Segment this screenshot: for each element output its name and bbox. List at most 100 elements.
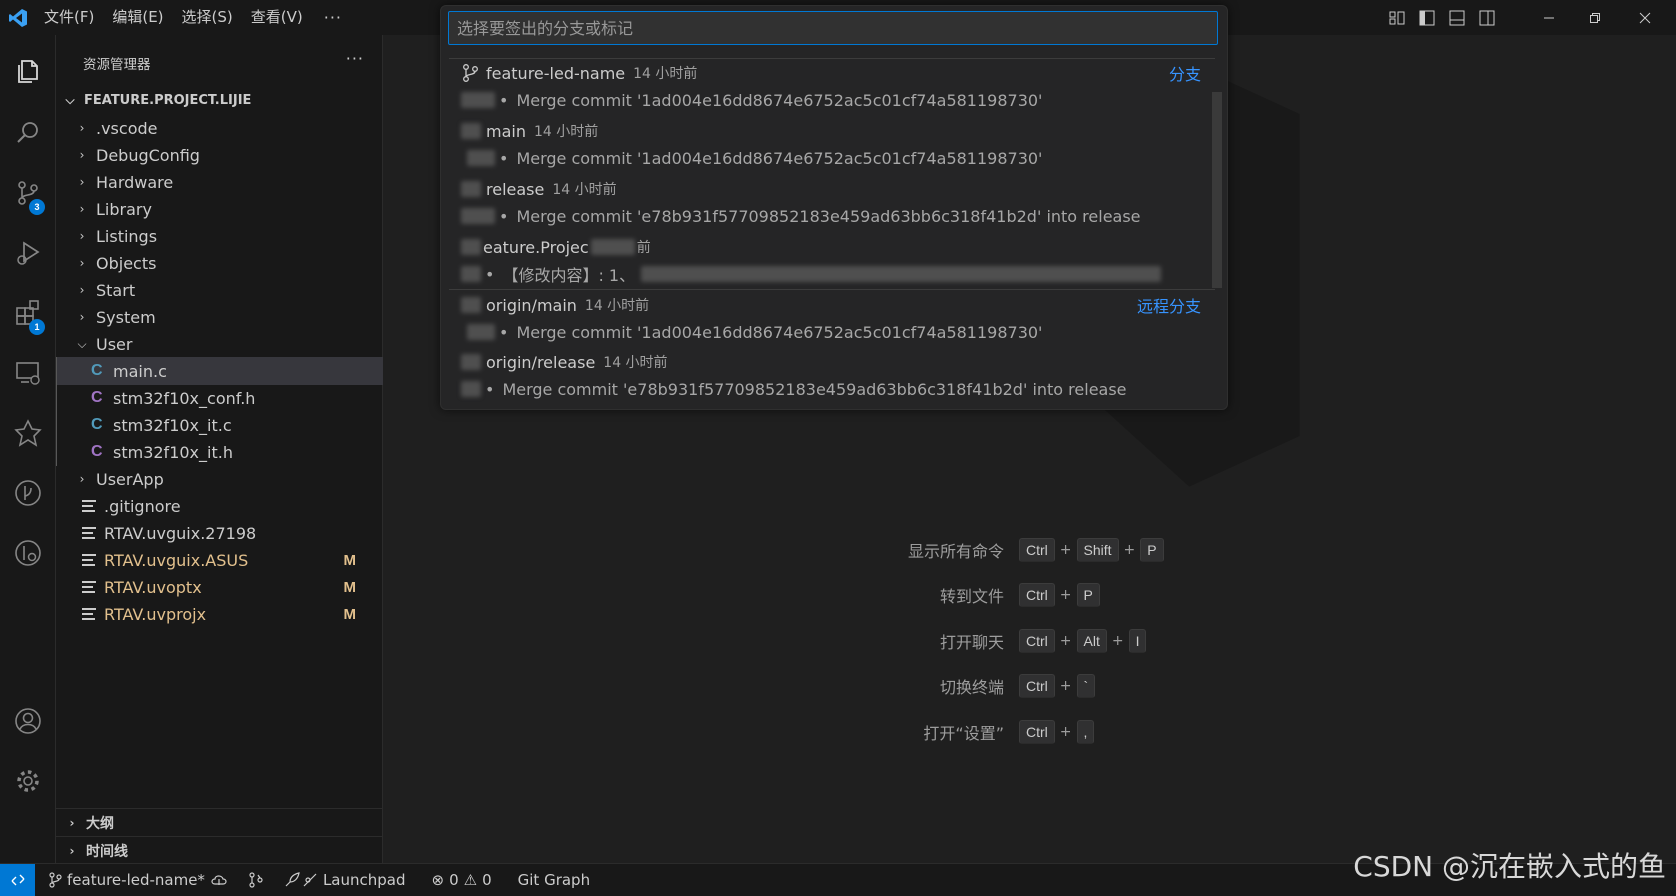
file-label: stm32f10x_it.h (113, 442, 233, 462)
folder-library[interactable]: › Library (56, 195, 383, 223)
customize-layout-icon[interactable] (1388, 9, 1406, 27)
close-icon[interactable] (1622, 0, 1668, 35)
branch-item-origin-release[interactable]: origin/release 14 小时前 • Merge commit 'e7… (449, 347, 1209, 404)
file-rtav-uvguix-asus[interactable]: RTAV.uvguix.ASUS M (56, 546, 383, 574)
key: Ctrl (1019, 674, 1055, 698)
extensions-icon[interactable]: 1 (0, 289, 56, 337)
folder-user[interactable]: ⌵ User (56, 330, 383, 358)
remote-explorer-icon[interactable] (0, 349, 56, 397)
branch-item-origin-main[interactable]: origin/main 14 小时前 • Merge commit '1ad00… (449, 290, 1209, 347)
menu-view[interactable]: 查看(V) (242, 0, 312, 35)
menu-edit[interactable]: 编辑(E) (103, 0, 172, 35)
outline-section[interactable]: › 大纲 (56, 808, 383, 836)
bullet: • (499, 322, 509, 342)
folder-debugconfig[interactable]: › DebugConfig (56, 141, 383, 169)
folder-label: Library (96, 199, 152, 219)
error-icon: ⊗ (431, 871, 445, 889)
file-label: RTAV.uvguix.27198 (104, 523, 257, 543)
branch-time: 14 小时前 (603, 355, 668, 371)
git-graph-icon[interactable] (0, 469, 56, 517)
workspace-root[interactable]: ⌵ FEATURE.PROJECT.LIJIE (56, 86, 383, 114)
bullet: • (485, 264, 495, 284)
folder-vscode[interactable]: › .vscode (56, 114, 383, 142)
shortcut-keys: Ctrl + ` (1019, 674, 1096, 698)
gitlens-icon[interactable] (0, 529, 56, 577)
text-file-icon (82, 581, 96, 593)
file-stm32f10x-it-c[interactable]: Cstm32f10x_it.c (56, 411, 383, 439)
file-stm32f10x-conf-h[interactable]: Cstm32f10x_conf.h (56, 384, 383, 412)
branch-item-release[interactable]: release 14 小时前 • Merge commit 'e78b931f5… (449, 174, 1209, 231)
folder-label: Listings (96, 226, 158, 246)
menu-selection[interactable]: 选择(S) (173, 0, 242, 35)
file-rtav-uvprojx[interactable]: RTAV.uvprojx M (56, 600, 383, 628)
quick-pick-scrollbar[interactable] (1212, 92, 1222, 288)
settings-gear-icon[interactable] (0, 757, 56, 805)
branch-item-feature-project[interactable]: eature.Projec 前 • 【修改内容】: 1、 (449, 232, 1209, 289)
folder-label: Hardware (96, 172, 174, 192)
folder-system[interactable]: › System (56, 303, 383, 331)
pull-request-status[interactable] (238, 872, 274, 888)
file-rtav-uvguix-27198[interactable]: RTAV.uvguix.27198 (56, 519, 383, 547)
folder-objects[interactable]: › Objects (56, 249, 383, 277)
plus-sign: + (1123, 542, 1136, 558)
modified-badge: M (343, 578, 357, 596)
file-rtav-uvoptx[interactable]: RTAV.uvoptx M (56, 573, 383, 601)
warning-icon: ⚠ (463, 871, 478, 889)
branch-name: origin/release (486, 352, 596, 372)
folder-label: Objects (96, 253, 157, 273)
file-stm32f10x-it-h[interactable]: Cstm32f10x_it.h (56, 438, 383, 466)
shortcut-keys: Ctrl + , (1019, 720, 1095, 744)
launchpad-status[interactable]: Launchpad (274, 871, 416, 889)
blurred-text (461, 381, 481, 397)
branch-time: 14 小时前 (552, 182, 617, 198)
plus-sign: + (1059, 587, 1072, 603)
run-debug-icon[interactable] (0, 229, 56, 277)
search-icon[interactable] (0, 109, 56, 157)
minimize-icon[interactable] (1526, 0, 1572, 35)
outline-label: 大纲 (86, 815, 114, 832)
file-main-c[interactable]: Cmain.c (56, 357, 383, 385)
branch-item-feature-led-name[interactable]: feature-led-name 14 小时前 • Merge commit '… (449, 58, 1209, 115)
branch-item-main[interactable]: main 14 小时前 • Merge commit '1ad004e16dd8… (449, 116, 1209, 173)
branch-icon (49, 872, 62, 888)
sidebar-more-button[interactable]: ··· (346, 49, 364, 68)
folder-userapp[interactable]: › UserApp (56, 465, 383, 493)
explorer-icon[interactable] (0, 46, 56, 94)
shortcut-label: 打开聊天 (939, 633, 1004, 652)
branch-item-detail: • Merge commit '1ad004e16dd8674e6752ac5c… (461, 145, 1042, 171)
file-label: RTAV.uvguix.ASUS (104, 550, 249, 570)
menu-more-button[interactable]: ··· (312, 8, 354, 27)
account-icon[interactable] (0, 697, 56, 745)
key: Ctrl (1019, 629, 1055, 653)
blurred-text (461, 208, 495, 224)
file-gitignore[interactable]: .gitignore (56, 492, 383, 520)
bullet: • (499, 206, 509, 226)
shortcut-toggle-terminal: 切换终端 Ctrl + ` (383, 673, 1676, 699)
menu-file[interactable]: 文件(F) (35, 0, 103, 35)
branch-search-input[interactable] (448, 11, 1218, 45)
stm32-extension-icon[interactable] (0, 409, 56, 457)
chevron-right-icon: › (79, 472, 85, 486)
toggle-secondary-sidebar-icon[interactable] (1478, 9, 1496, 27)
branch-item-title: origin/release 14 小时前 (461, 349, 668, 375)
key: Ctrl (1019, 720, 1055, 744)
folder-start[interactable]: › Start (56, 276, 383, 304)
vscode-logo-icon (0, 0, 35, 35)
git-graph-status[interactable]: Git Graph (502, 871, 600, 889)
chevron-right-icon: › (79, 175, 85, 189)
folder-listings[interactable]: › Listings (56, 222, 383, 250)
timeline-label: 时间线 (86, 843, 128, 860)
restore-icon[interactable] (1572, 0, 1618, 35)
timeline-section[interactable]: › 时间线 (56, 836, 383, 864)
branch-status[interactable]: feature-led-name* (35, 871, 238, 889)
folder-hardware[interactable]: › Hardware (56, 168, 383, 196)
branch-name: release (486, 179, 545, 199)
branch-item-title: origin/main 14 小时前 (461, 292, 649, 318)
toggle-panel-icon[interactable] (1448, 9, 1466, 27)
problems-status[interactable]: ⊗ 0 ⚠ 0 (416, 871, 502, 889)
shortcut-label: 切换终端 (939, 678, 1004, 697)
source-control-icon[interactable]: 3 (0, 169, 56, 217)
branch-time: 14 小时前 (633, 66, 698, 82)
toggle-primary-sidebar-icon[interactable] (1418, 9, 1436, 27)
remote-indicator-icon[interactable] (0, 863, 35, 896)
